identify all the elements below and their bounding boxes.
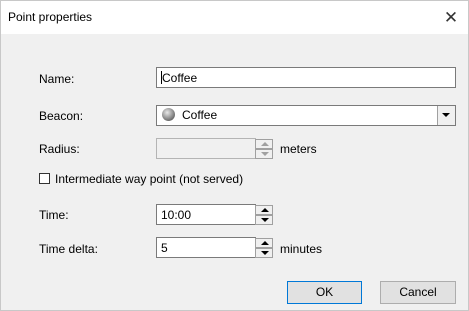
- beacon-value: Coffee: [182, 108, 218, 122]
- spin-down-button[interactable]: [255, 149, 273, 159]
- spin-down-button[interactable]: [255, 248, 273, 258]
- radius-unit: meters: [280, 142, 317, 156]
- spin-down-button[interactable]: [255, 215, 273, 225]
- time-delta-label: Time delta:: [39, 242, 98, 256]
- radius-field[interactable]: [156, 138, 256, 159]
- title-bar: Point properties ✕: [1, 1, 468, 34]
- dialog-title: Point properties: [8, 10, 93, 24]
- time-delta-spinner[interactable]: [255, 238, 273, 258]
- intermediate-label: Intermediate way point (not served): [55, 172, 244, 186]
- time-delta-field[interactable]: 5: [156, 237, 256, 258]
- time-label: Time:: [39, 208, 69, 222]
- radius-spinner[interactable]: [255, 139, 273, 159]
- arrow-up-icon: [261, 208, 269, 212]
- name-field[interactable]: Coffee: [156, 67, 456, 88]
- time-delta-unit: minutes: [280, 242, 323, 256]
- time-field[interactable]: 10:00: [156, 204, 256, 225]
- chevron-down-icon: [442, 113, 450, 117]
- spin-up-button[interactable]: [255, 139, 273, 149]
- arrow-up-icon: [261, 241, 269, 245]
- radius-label: Radius:: [39, 142, 80, 156]
- arrow-down-icon: [261, 251, 269, 255]
- cancel-button[interactable]: Cancel: [380, 281, 456, 304]
- name-value: Coffee: [162, 71, 198, 85]
- beacon-dropdown[interactable]: Coffee: [156, 105, 456, 126]
- ok-button[interactable]: OK: [287, 281, 362, 304]
- arrow-down-icon: [261, 152, 269, 156]
- spin-up-button[interactable]: [255, 205, 273, 215]
- intermediate-checkbox[interactable]: [39, 173, 50, 184]
- time-spinner[interactable]: [255, 205, 273, 225]
- arrow-up-icon: [261, 142, 269, 146]
- dropdown-button[interactable]: [437, 106, 455, 125]
- name-label: Name:: [39, 72, 75, 86]
- close-icon[interactable]: ✕: [434, 1, 468, 34]
- spin-up-button[interactable]: [255, 238, 273, 248]
- beacon-label: Beacon:: [39, 109, 84, 123]
- coffee-beacon-icon: [162, 108, 175, 121]
- point-properties-dialog: Point properties ✕ Name: Coffee Beacon: …: [0, 0, 469, 311]
- arrow-down-icon: [261, 218, 269, 222]
